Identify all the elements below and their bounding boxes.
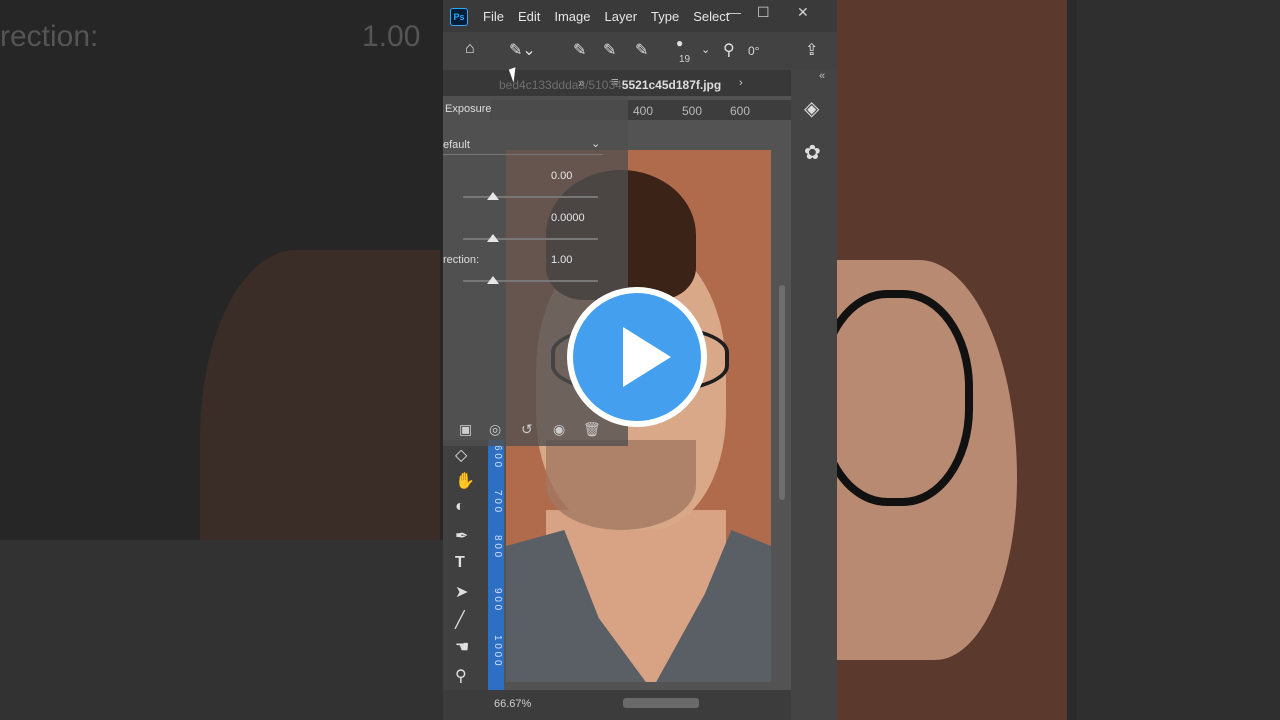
preset-dropdown[interactable]: efault ⌄ <box>443 134 603 155</box>
gamma-label: rection: <box>443 254 480 266</box>
line-icon[interactable]: ╱ <box>455 610 465 630</box>
document-tab-bar: » ≡ bed4c133ddda3/510345521c45d187f.jpg … <box>443 70 791 96</box>
ruler-tick: 7 0 0 <box>492 490 503 513</box>
type-icon[interactable]: T <box>455 554 465 572</box>
subtract-selection-icon[interactable]: ✎ <box>635 40 648 60</box>
exposure-value[interactable]: 0.00 <box>551 170 572 182</box>
menu-type[interactable]: Type <box>651 9 679 24</box>
exposure-slider[interactable] <box>463 196 598 198</box>
menu-image[interactable]: Image <box>554 9 590 24</box>
vertical-ruler: 6 0 0 7 0 0 8 0 0 9 0 0 1 0 0 0 <box>488 440 504 690</box>
panel-title: Exposure <box>445 103 492 115</box>
menu-file[interactable]: File <box>483 9 504 24</box>
ruler-tick: 600 <box>730 104 751 118</box>
toolbar: ◇ ✋ ◐ ✒ T ➤ ╱ ☚ ⚲ ••• <box>443 440 488 720</box>
menu-edit[interactable]: Edit <box>518 9 540 24</box>
ruler-tick: 400 <box>633 104 654 118</box>
background-value: 1.00 <box>362 20 421 53</box>
menu-bar: File Edit Image Layer Type Select <box>483 9 729 24</box>
ruler-tick: 500 <box>682 104 703 118</box>
offset-value[interactable]: 0.0000 <box>551 212 585 224</box>
palette-icon[interactable]: ✿ <box>804 140 821 165</box>
document-tab-title: 5521c45d187f.jpg <box>621 78 722 92</box>
path-selection-icon[interactable]: ➤ <box>455 582 468 602</box>
ruler-tick: 6 0 0 <box>492 445 503 468</box>
play-icon <box>623 327 671 387</box>
angle-value[interactable]: 0° <box>748 44 759 58</box>
collapse-panel-icon[interactable]: « <box>819 70 825 82</box>
background-left-blur: rection: 1.00 <box>0 0 443 720</box>
menu-layer[interactable]: Layer <box>605 9 638 24</box>
search-icon[interactable]: ⚲ <box>723 40 735 60</box>
chevron-down-icon[interactable]: ⌄ <box>701 43 710 56</box>
paint-bucket-icon[interactable]: ◇ <box>455 445 467 465</box>
zoom-icon[interactable]: ⚲ <box>455 666 467 686</box>
dodge-icon[interactable]: ◐ <box>455 498 465 516</box>
gamma-slider-thumb[interactable] <box>487 276 499 284</box>
ruler-tick: 9 0 0 <box>492 588 503 611</box>
status-bar: 66.67% <box>443 690 791 720</box>
add-selection-icon[interactable]: ✎ <box>603 40 616 60</box>
hand-icon[interactable]: ☚ <box>455 637 469 657</box>
title-bar: Ps File Edit Image Layer Type Select — ☐… <box>443 0 837 32</box>
exposure-slider-thumb[interactable] <box>487 192 499 200</box>
brush-preset-icon[interactable]: ✎⌄ <box>509 40 536 60</box>
ruler-tick: 1 0 0 0 <box>492 635 503 666</box>
close-button[interactable]: ✕ <box>797 4 809 21</box>
horizontal-scrollbar[interactable] <box>623 698 699 708</box>
home-icon[interactable]: ⌂ <box>465 40 475 58</box>
right-panel-dock: « ◈ ✿ <box>791 70 837 720</box>
offset-slider[interactable] <box>463 238 598 240</box>
gamma-value[interactable]: 1.00 <box>551 254 572 266</box>
brush-dot-icon[interactable]: ● <box>676 36 683 50</box>
view-previous-icon[interactable]: ◎ <box>489 421 501 438</box>
visibility-icon[interactable]: ◉ <box>553 421 565 438</box>
play-button[interactable] <box>567 287 707 427</box>
new-selection-icon[interactable]: ✎ <box>573 40 586 60</box>
offset-slider-thumb[interactable] <box>487 234 499 242</box>
photoshop-logo: Ps <box>450 8 468 26</box>
menu-select[interactable]: Select <box>693 9 729 24</box>
share-icon[interactable]: ⇪ <box>805 40 818 60</box>
vertical-scrollbar[interactable] <box>779 285 785 500</box>
smudge-icon[interactable]: ✋ <box>455 471 475 491</box>
maximize-button[interactable]: ☐ <box>757 4 770 21</box>
chevron-right-icon[interactable]: › <box>739 77 743 89</box>
options-bar: ⌂ ✎⌄ ✎ ✎ ✎ ● 19 ⌄ ⚲ 0° ⇪ <box>443 32 837 71</box>
clip-to-layer-icon[interactable]: ▣ <box>459 421 472 438</box>
pen-icon[interactable]: ✒ <box>455 526 468 546</box>
ruler-tick: 8 0 0 <box>492 535 503 558</box>
zoom-level[interactable]: 66.67% <box>494 698 531 710</box>
chevron-down-icon: ⌄ <box>591 138 601 150</box>
background-label: rection: <box>0 20 99 53</box>
layers-icon[interactable]: ◈ <box>804 96 819 121</box>
minimize-button[interactable]: — <box>727 4 741 20</box>
trash-icon[interactable]: 🗑 <box>583 421 601 438</box>
document-tab[interactable]: bed4c133ddda3/510345521c45d187f.jpg <box>499 78 721 92</box>
gamma-slider[interactable] <box>463 280 598 282</box>
background-right-blur <box>837 0 1280 720</box>
brush-size-value: 19 <box>679 54 691 65</box>
reset-icon[interactable]: ↺ <box>521 421 533 438</box>
preset-value: efault <box>443 139 470 151</box>
